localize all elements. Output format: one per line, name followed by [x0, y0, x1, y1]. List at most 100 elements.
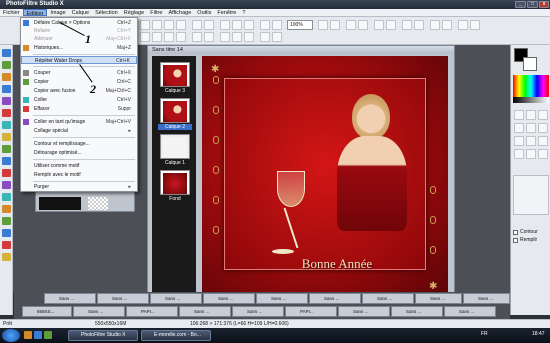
tool-icon[interactable]	[2, 205, 11, 213]
tool-icon[interactable]	[2, 61, 11, 69]
background-document-window[interactable]	[35, 190, 135, 212]
minimized-window[interactable]: Sans ...	[338, 306, 390, 317]
blur-icon[interactable]	[192, 32, 202, 42]
menu-item-coller[interactable]: Coller Ctrl+V	[21, 96, 137, 104]
menu-item-repeter-water-drops[interactable]: Répéter Water Drops Ctrl+K	[21, 56, 137, 64]
text-icon[interactable]	[458, 20, 468, 30]
tool-icon[interactable]	[2, 121, 11, 129]
layers-icon[interactable]	[358, 20, 368, 30]
minimized-window[interactable]: Sans ...	[203, 293, 255, 304]
gamma-icon[interactable]	[176, 32, 186, 42]
menu-item-copier-avec-fusion[interactable]: Copier avec fusion Maj+Ctrl+C	[21, 87, 137, 95]
menu-edition[interactable]: Edition	[22, 9, 48, 17]
eraser-icon[interactable]	[514, 149, 524, 159]
blur-brush-icon[interactable]	[526, 136, 536, 146]
hand-icon[interactable]	[538, 149, 548, 159]
zoom-in-icon[interactable]	[260, 20, 270, 30]
document-window[interactable]: Sans titre 14 Calque 3 Calque 2 Calque 1…	[147, 45, 455, 296]
open-icon[interactable]	[152, 20, 162, 30]
minimized-window[interactable]: PAPI...	[126, 306, 178, 317]
menu-filtre[interactable]: Filtre	[147, 9, 165, 16]
layer-label[interactable]: Fond	[158, 196, 192, 202]
frame-icon[interactable]	[272, 32, 282, 42]
shape-selector[interactable]	[513, 175, 549, 215]
clone-icon[interactable]	[526, 149, 536, 159]
maximize-button[interactable]: □	[527, 1, 538, 8]
minimized-window[interactable]: Sans ...	[362, 293, 414, 304]
menu-item-historiques[interactable]: Historiques... Maj+Z	[21, 44, 137, 52]
copy-icon[interactable]	[232, 20, 242, 30]
menu-item-utiliser-motif[interactable]: Utiliser comme motif	[21, 162, 137, 170]
minimized-window[interactable]: Sans ...	[309, 293, 361, 304]
sepia-icon[interactable]	[232, 32, 242, 42]
undo-icon[interactable]	[192, 20, 202, 30]
tool-icon[interactable]	[2, 145, 11, 153]
tool-icon[interactable]	[2, 85, 11, 93]
line-icon[interactable]	[514, 123, 524, 133]
tool-icon[interactable]	[2, 73, 11, 81]
layer-thumb-calque-1[interactable]	[160, 134, 190, 159]
grid-icon[interactable]	[346, 20, 356, 30]
layer-thumb-fond[interactable]	[160, 170, 190, 195]
select-arrow-icon[interactable]	[514, 110, 524, 120]
menu-calque[interactable]: Calque	[69, 9, 92, 16]
menu-item-coller-image[interactable]: Coller en tant qu'image Maj+Ctrl+V	[21, 118, 137, 126]
tool-icon[interactable]	[2, 169, 11, 177]
zoom-combo[interactable]: 100%	[287, 20, 313, 30]
actual-size-icon[interactable]	[330, 20, 340, 30]
tool-icon[interactable]	[2, 49, 11, 57]
menu-item-redo[interactable]: Refaire Ctrl+Y	[21, 27, 137, 35]
minimized-window[interactable]: Sans ...	[444, 306, 496, 317]
quicklaunch-icon[interactable]	[44, 331, 52, 339]
background-color-swatch[interactable]	[523, 57, 537, 71]
fill-icon[interactable]	[526, 123, 536, 133]
menu-item-remplir-motif[interactable]: Remplir avec le motif	[21, 171, 137, 179]
minimized-window[interactable]: Sans ...	[73, 306, 125, 317]
tool-icon[interactable]	[2, 229, 11, 237]
zoom-out-icon[interactable]	[272, 20, 282, 30]
menu-item-undo[interactable]: Défaire Calque > OptionsCtrl+Z	[21, 19, 137, 27]
minimized-window[interactable]: Sans ...	[256, 293, 308, 304]
tool-icon[interactable]	[2, 97, 11, 105]
minimize-button[interactable]: _	[515, 1, 526, 8]
saturation-icon[interactable]	[164, 32, 174, 42]
paste-icon[interactable]	[244, 20, 254, 30]
tool-icon[interactable]	[2, 193, 11, 201]
menu-reglage[interactable]: Réglage	[121, 9, 148, 16]
brush-icon[interactable]	[514, 136, 524, 146]
taskbar-item-photofiltre[interactable]: PhotoFiltre Studio X	[68, 330, 138, 341]
spray-icon[interactable]	[538, 123, 548, 133]
color-palette[interactable]	[513, 75, 549, 97]
taskbar-item-browser[interactable]: E-morelle.com - Bo...	[141, 330, 211, 341]
crop-icon[interactable]	[442, 20, 452, 30]
print-icon[interactable]	[176, 20, 186, 30]
menu-fenetre[interactable]: Fenêtre	[214, 9, 239, 16]
menu-image[interactable]: Image	[47, 9, 68, 16]
tool-icon[interactable]	[2, 133, 11, 141]
menu-item-copier[interactable]: Copier Ctrl+C	[21, 78, 137, 86]
quicklaunch-icon[interactable]	[34, 331, 42, 339]
flip-icon[interactable]	[414, 20, 424, 30]
grayscale-palette[interactable]	[513, 97, 549, 103]
new-icon[interactable]	[140, 20, 150, 30]
checkbox-contour[interactable]	[513, 230, 518, 235]
redo-icon[interactable]	[204, 20, 214, 30]
contrast-icon[interactable]	[152, 32, 162, 42]
layer-label[interactable]: Calque 3	[158, 88, 192, 94]
filter-icon[interactable]	[386, 20, 396, 30]
menu-affichage[interactable]: Affichage	[165, 9, 194, 16]
sharpen-icon[interactable]	[204, 32, 214, 42]
start-button-icon[interactable]	[2, 329, 20, 342]
quicklaunch-icon[interactable]	[24, 331, 32, 339]
adjust-icon[interactable]	[374, 20, 384, 30]
tool-icon[interactable]	[2, 241, 11, 249]
rotate-icon[interactable]	[402, 20, 412, 30]
image-canvas[interactable]: ✱ ✱ Bonne Année	[202, 56, 448, 296]
tool-icon[interactable]	[2, 217, 11, 225]
menu-outils[interactable]: Outils	[194, 9, 214, 16]
menu-fichier[interactable]: Fichier	[0, 9, 23, 16]
tool-icon[interactable]	[2, 253, 11, 261]
layer-thumb-calque-2[interactable]	[160, 98, 190, 123]
magic-wand-icon[interactable]	[538, 110, 548, 120]
grayscale-icon[interactable]	[220, 32, 230, 42]
